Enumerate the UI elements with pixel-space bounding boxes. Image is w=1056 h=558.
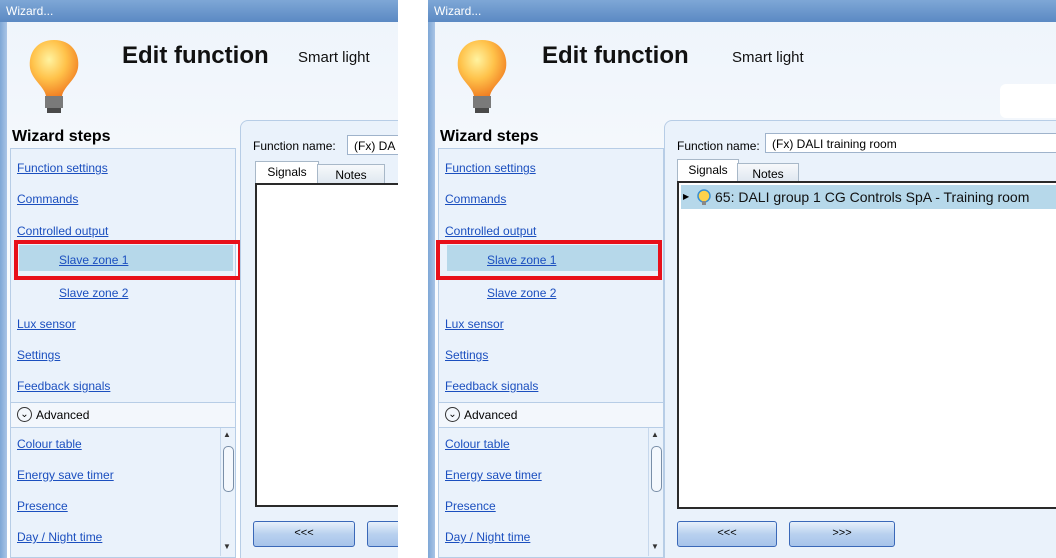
step-slave-zone-2[interactable]: Slave zone 2 xyxy=(487,286,556,300)
next-button[interactable] xyxy=(367,521,398,547)
step-colour-table[interactable]: Colour table xyxy=(17,437,82,451)
wizard-steps-panel: Function settings Commands Controlled ou… xyxy=(438,148,664,558)
scroll-thumb[interactable] xyxy=(651,446,662,492)
step-feedback-signals[interactable]: Feedback signals xyxy=(445,379,538,393)
wizard-steps-title: Wizard steps xyxy=(12,128,111,145)
window-frame xyxy=(428,22,435,558)
signals-list[interactable] xyxy=(255,183,398,507)
step-lux-sensor[interactable]: Lux sensor xyxy=(17,317,76,331)
page-subtitle: Smart light xyxy=(732,49,804,66)
step-settings[interactable]: Settings xyxy=(17,348,60,362)
function-name-label: Function name: xyxy=(677,139,760,153)
step-energy-save-timer[interactable]: Energy save timer xyxy=(445,468,542,482)
selection-highlight-box xyxy=(436,240,662,280)
step-commands[interactable]: Commands xyxy=(17,192,78,206)
step-feedback-signals[interactable]: Feedback signals xyxy=(17,379,110,393)
light-bulb-icon xyxy=(29,40,79,113)
window-title: Wizard... xyxy=(0,0,398,22)
step-lux-sensor[interactable]: Lux sensor xyxy=(445,317,504,331)
step-slave-zone-2[interactable]: Slave zone 2 xyxy=(59,286,128,300)
step-day-night-time[interactable]: Day / Night time xyxy=(445,530,530,544)
light-bulb-icon xyxy=(457,40,507,113)
scroll-down-icon[interactable]: ▼ xyxy=(223,542,231,551)
scroll-up-icon[interactable]: ▲ xyxy=(651,430,659,439)
wizard-window-right: Wizard... Edit function Smart light Wiza… xyxy=(428,0,1056,558)
step-presence[interactable]: Presence xyxy=(445,499,496,513)
tab-signals[interactable]: Signals xyxy=(677,159,739,182)
signal-label: 65: DALI group 1 CG Controls SpA - Train… xyxy=(715,189,1030,205)
chevron-down-icon: ⌄ xyxy=(17,407,32,422)
step-function-settings[interactable]: Function settings xyxy=(17,161,108,175)
step-colour-table[interactable]: Colour table xyxy=(445,437,510,451)
page-title: Edit function xyxy=(122,42,269,69)
steps-scrollbar[interactable]: ▲ ▼ xyxy=(648,428,663,556)
previous-button[interactable]: <<< xyxy=(677,521,777,547)
signal-row[interactable]: ▶ 65: DALI group 1 CG Controls SpA - Tra… xyxy=(681,185,1056,209)
function-panel: Function name: (Fx) DA Signals Notes <<< xyxy=(240,120,398,558)
advanced-toggle[interactable]: ⌄ Advanced xyxy=(439,402,663,428)
step-presence[interactable]: Presence xyxy=(17,499,68,513)
scroll-thumb[interactable] xyxy=(223,446,234,492)
wizard-steps-panel: Function settings Commands Controlled ou… xyxy=(10,148,236,558)
function-name-input[interactable]: (Fx) DA xyxy=(347,135,398,155)
signals-list[interactable]: ▶ 65: DALI group 1 CG Controls SpA - Tra… xyxy=(677,181,1056,509)
light-bulb-icon xyxy=(697,189,711,205)
tab-signals[interactable]: Signals xyxy=(255,161,319,184)
chevron-down-icon: ⌄ xyxy=(445,407,460,422)
page-title: Edit function xyxy=(542,42,689,69)
step-controlled-output[interactable]: Controlled output xyxy=(445,224,536,238)
step-settings[interactable]: Settings xyxy=(445,348,488,362)
scroll-down-icon[interactable]: ▼ xyxy=(651,542,659,551)
window-frame xyxy=(0,22,7,558)
function-name-input[interactable]: (Fx) DALI training room xyxy=(765,133,1056,153)
wizard-steps-title: Wizard steps xyxy=(440,128,539,145)
step-controlled-output[interactable]: Controlled output xyxy=(17,224,108,238)
step-function-settings[interactable]: Function settings xyxy=(445,161,536,175)
advanced-label: Advanced xyxy=(464,408,518,422)
advanced-toggle[interactable]: ⌄ Advanced xyxy=(11,402,235,428)
next-button[interactable]: >>> xyxy=(789,521,895,547)
previous-button[interactable]: <<< xyxy=(253,521,355,547)
advanced-label: Advanced xyxy=(36,408,90,422)
scroll-up-icon[interactable]: ▲ xyxy=(223,430,231,439)
step-commands[interactable]: Commands xyxy=(445,192,506,206)
function-name-label: Function name: xyxy=(253,139,336,153)
selection-highlight-box xyxy=(14,240,242,280)
step-energy-save-timer[interactable]: Energy save timer xyxy=(17,468,114,482)
wizard-window-left: Wizard... Edit function Smart light Wiza… xyxy=(0,0,398,558)
function-panel: Function name: (Fx) DALI training room S… xyxy=(664,120,1056,558)
expand-arrow-icon[interactable]: ▶ xyxy=(683,192,689,201)
window-title: Wizard... xyxy=(428,0,1056,22)
steps-scrollbar[interactable]: ▲ ▼ xyxy=(220,428,235,556)
step-day-night-time[interactable]: Day / Night time xyxy=(17,530,102,544)
page-subtitle: Smart light xyxy=(298,49,370,66)
header-decoration xyxy=(1000,84,1056,118)
